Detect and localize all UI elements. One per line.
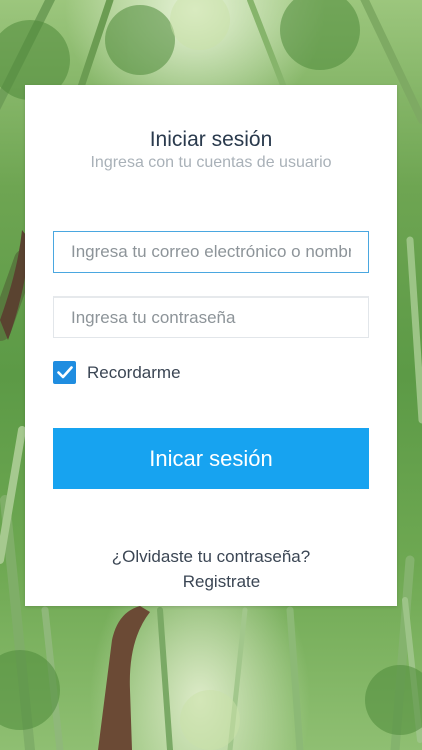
checkmark-icon — [56, 366, 73, 379]
page-title: Iniciar sesión — [149, 128, 273, 151]
login-button[interactable]: Inicar sesión — [53, 428, 369, 489]
register-link[interactable]: Registrate — [25, 572, 397, 592]
remember-label: Recordarme — [87, 362, 181, 382]
password-input[interactable] — [71, 307, 351, 328]
email-input[interactable] — [71, 242, 351, 262]
remember-me-option[interactable]: Recordarme — [53, 361, 181, 384]
page-subtitle: Ingresa con tu cuentas de usuario — [90, 154, 332, 171]
remember-checkbox[interactable] — [53, 361, 76, 384]
forgot-password-link[interactable]: ¿Olvidaste tu contraseña? — [25, 547, 397, 567]
password-field[interactable] — [53, 296, 369, 338]
login-card: Iniciar sesión Ingresa con tu cuentas de… — [25, 85, 397, 606]
email-field[interactable] — [53, 231, 369, 273]
